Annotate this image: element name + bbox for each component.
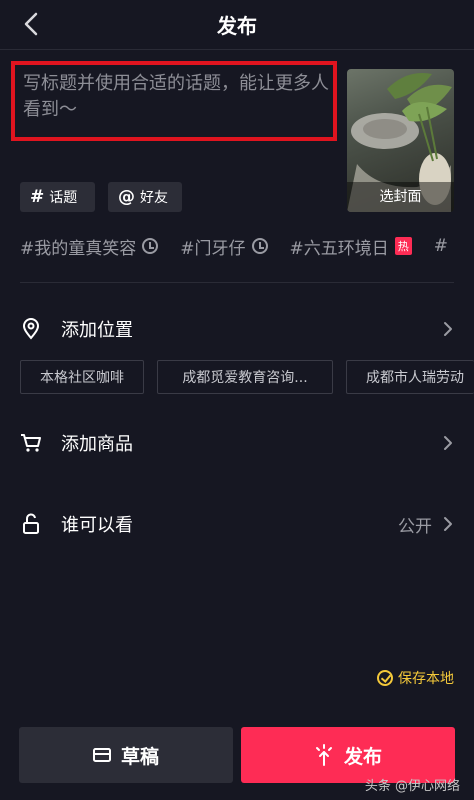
save-local-toggle[interactable]: 保存本地 <box>377 667 454 689</box>
location-suggestion[interactable]: 成都觅爱教育咨询... <box>157 360 333 394</box>
divider <box>20 282 454 283</box>
trending-tag[interactable]: #我的童真笑容 <box>20 234 159 259</box>
clock-icon <box>251 238 268 254</box>
add-product-label: 添加商品 <box>61 434 133 455</box>
chevron-right-icon <box>444 517 452 531</box>
watermark: 头条 @伊心网络 <box>364 779 460 794</box>
chevron-right-icon <box>444 322 452 336</box>
clock-icon <box>142 238 159 254</box>
publish-label: 发布 <box>343 745 382 768</box>
draft-button[interactable]: 草稿 <box>19 727 233 783</box>
caption-placeholder: 写标题并使用合适的话题，能让更多人看到～ <box>23 73 329 120</box>
select-cover-label: 选封面 <box>347 182 454 212</box>
add-location-row[interactable]: 添加位置 <box>20 311 454 347</box>
add-topic-button[interactable]: # 话题 <box>20 182 95 212</box>
trending-tag[interactable]: # <box>434 236 448 256</box>
shopping-cart-icon <box>20 432 42 454</box>
chevron-right-icon <box>444 436 452 450</box>
mention-friend-button[interactable]: @ 好友 <box>108 182 182 212</box>
visibility-row[interactable]: 谁可以看 公开 <box>20 506 454 542</box>
add-topic-label: 话题 <box>49 190 78 206</box>
save-local-label: 保存本地 <box>398 671 454 687</box>
unlock-icon <box>20 513 42 535</box>
location-pin-icon <box>20 318 42 340</box>
visibility-label: 谁可以看 <box>61 515 133 536</box>
page-title: 发布 <box>217 14 257 38</box>
draft-label: 草稿 <box>120 745 159 768</box>
caption-input[interactable]: 写标题并使用合适的话题，能让更多人看到～ <box>11 61 337 141</box>
trending-topics: #我的童真笑容 #门牙仔 #六五环境日 热 # <box>20 232 474 260</box>
draft-box-icon <box>92 747 111 763</box>
location-suggestion[interactable]: 成都市人瑞劳动 <box>346 360 474 394</box>
check-circle-icon <box>377 670 393 686</box>
publish-spark-icon <box>314 744 334 766</box>
top-bar: 发布 <box>0 0 474 50</box>
add-location-label: 添加位置 <box>61 320 133 341</box>
hot-badge: 热 <box>394 237 412 255</box>
visibility-value: 公开 <box>398 516 432 537</box>
trending-tag[interactable]: #门牙仔 <box>180 234 268 259</box>
cover-selector[interactable]: 选封面 <box>347 69 454 212</box>
mention-friend-label: 好友 <box>140 190 168 206</box>
location-suggestion[interactable]: 本格社区咖啡 <box>20 360 144 394</box>
hashtag-icon: # <box>30 187 45 207</box>
add-product-row[interactable]: 添加商品 <box>20 425 454 461</box>
trending-tag[interactable]: #六五环境日 热 <box>290 234 412 259</box>
at-icon: @ <box>118 187 135 207</box>
